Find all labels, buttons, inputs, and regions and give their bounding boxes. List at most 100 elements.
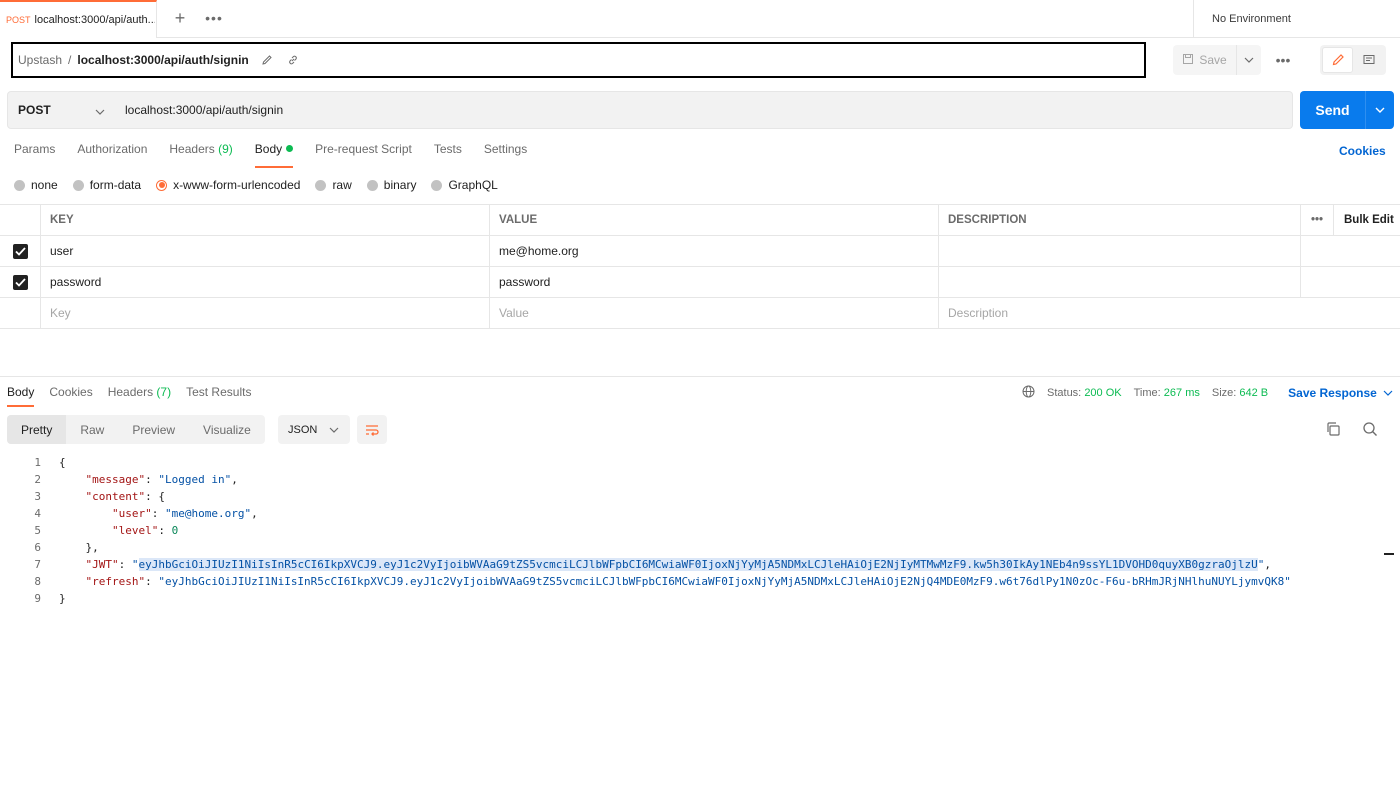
new-value-input[interactable]: Value [490,298,939,328]
tab-settings[interactable]: Settings [484,142,527,166]
new-tab-plus-icon[interactable]: + [170,8,190,28]
response-divider[interactable] [0,376,1400,377]
send-options-chevron-down-icon[interactable] [1366,107,1394,113]
tab-tests[interactable]: Tests [434,142,462,166]
checkmark-icon [12,243,28,259]
body-type-binary[interactable]: binary [366,178,416,192]
time-label: Time: [1133,387,1161,399]
response-body-code[interactable]: 1{ 2 "message": "Logged in", 3 "content"… [0,454,1380,607]
radio-button[interactable] [315,179,327,191]
body-type-none[interactable]: none [14,178,58,192]
size-info[interactable]: Size: 642 B [1212,387,1268,399]
body-type-urlencoded[interactable]: x-www-form-urlencoded [156,178,300,192]
row-checkbox[interactable] [0,267,41,297]
radio-button[interactable] [72,179,84,191]
tab-pre-request-script[interactable]: Pre-request Script [315,142,412,166]
code-line: 1{ [0,454,1380,471]
tab-method: POST [6,15,31,25]
response-tab-cookies[interactable]: Cookies [49,385,92,405]
radio-label: x-www-form-urlencoded [173,178,301,192]
new-description-input[interactable]: Description [939,298,1400,328]
globe-icon[interactable] [1022,385,1035,401]
response-tab-headers[interactable]: Headers (7) [108,385,171,405]
param-key-cell[interactable]: password [41,267,490,297]
line-number: 3 [34,490,41,503]
param-key-cell[interactable]: user [41,236,490,266]
format-label: JSON [288,423,318,436]
body-type-radio-group: none form-data x-www-form-urlencoded raw… [14,178,513,192]
table-row-empty: Key Value Description [0,298,1400,329]
radio-button[interactable] [431,179,443,191]
time-info[interactable]: Time: 267 ms [1134,387,1200,399]
tab-authorization[interactable]: Authorization [77,142,147,166]
param-description-cell[interactable] [939,236,1301,266]
code-line: 7 "JWT": "eyJhbGciOiJIUzI1NiIsInR5cCI6Ik… [0,556,1380,573]
environment-selector[interactable]: No Environment [1193,0,1400,38]
edit-mode-pencil-icon[interactable] [1322,47,1353,73]
json-user-value: me@home.org [171,507,245,520]
body-type-form-data[interactable]: form-data [72,178,141,192]
request-tab[interactable]: POST localhost:3000/api/auth... [0,0,157,38]
code-line: 2 "message": "Logged in", [0,471,1380,488]
radio-button-selected[interactable] [156,179,168,191]
save-options-chevron-down-icon[interactable] [1237,45,1261,75]
status-info[interactable]: Status: 200 OK [1047,387,1122,399]
tab-label: Body [254,142,283,156]
tab-label: Headers [107,385,154,399]
tab-headers[interactable]: Headers (9) [169,142,232,166]
response-tabs: Body Cookies Headers (7) Test Results [7,385,266,407]
documentation-comment-icon[interactable] [1353,47,1384,73]
view-visualize[interactable]: Visualize [189,415,265,444]
line-number: 2 [34,473,41,486]
tab-params[interactable]: Params [14,142,55,166]
json-jwt-value-selected: eyJhbGciOiJIUzI1NiIsInR5cCI6IkpXVCJ9.eyJ… [138,558,1258,571]
table-options-ellipsis-icon[interactable]: ••• [1301,205,1334,235]
body-type-graphql[interactable]: GraphQL [431,178,498,192]
method-select[interactable]: POST [7,91,116,129]
param-description-cell[interactable] [939,267,1301,297]
code-line: 8 "refresh": "eyJhbGciOiJIUzI1NiIsInR5cC… [0,573,1380,590]
response-tab-body[interactable]: Body [7,385,35,407]
view-raw[interactable]: Raw [66,415,118,444]
code-line: 3 "content": { [0,488,1380,505]
tab-label: Test Results [186,385,252,399]
bulk-edit-button[interactable]: Bulk Edit [1334,205,1400,235]
radio-button[interactable] [14,179,25,191]
url-input[interactable]: localhost:3000/api/auth/signin [115,91,1293,129]
table-row: password password [0,267,1400,298]
request-tabs: Params Authorization Headers (9) Body Pr… [14,142,549,168]
response-tab-test-results[interactable]: Test Results [186,385,251,405]
code-line: 5 "level": 0 [0,522,1380,539]
row-checkbox[interactable] [0,236,41,266]
link-icon[interactable] [285,52,301,68]
edit-pencil-icon[interactable] [259,52,275,68]
cookies-link[interactable]: Cookies [1339,144,1386,158]
more-tabs-ellipsis-icon[interactable]: ••• [204,8,224,28]
new-key-input[interactable]: Key [41,298,490,328]
body-type-raw[interactable]: raw [315,178,352,192]
tab-body[interactable]: Body [254,142,294,168]
more-actions-ellipsis-icon[interactable]: ••• [1272,50,1294,70]
breadcrumb-request-name[interactable]: localhost:3000/api/auth/signin [77,53,248,67]
send-button[interactable]: Send [1300,91,1394,129]
search-icon[interactable] [1362,421,1378,440]
json-message-value: Logged in [164,473,225,486]
param-value-cell[interactable]: password [490,267,939,297]
save-label: Save [1199,53,1227,67]
save-response-chevron-down-icon [1383,390,1393,396]
copy-icon[interactable] [1325,421,1341,440]
param-value-cell[interactable]: me@home.org [490,236,939,266]
radio-button[interactable] [366,179,378,191]
radio-label: none [31,178,58,192]
save-response-button[interactable]: Save Response [1288,386,1393,400]
breadcrumb-collection[interactable]: Upstash [18,53,62,67]
view-preview[interactable]: Preview [118,415,189,444]
response-meta: Status: 200 OK Time: 267 ms Size: 642 B … [1022,385,1393,401]
save-button[interactable]: Save [1173,45,1261,75]
line-number: 6 [34,541,41,554]
wrap-lines-icon[interactable] [357,415,387,444]
format-select[interactable]: JSON [278,415,350,444]
view-pretty[interactable]: Pretty [7,415,67,444]
header-key: KEY [41,205,490,235]
tab-label: Settings [483,142,528,156]
